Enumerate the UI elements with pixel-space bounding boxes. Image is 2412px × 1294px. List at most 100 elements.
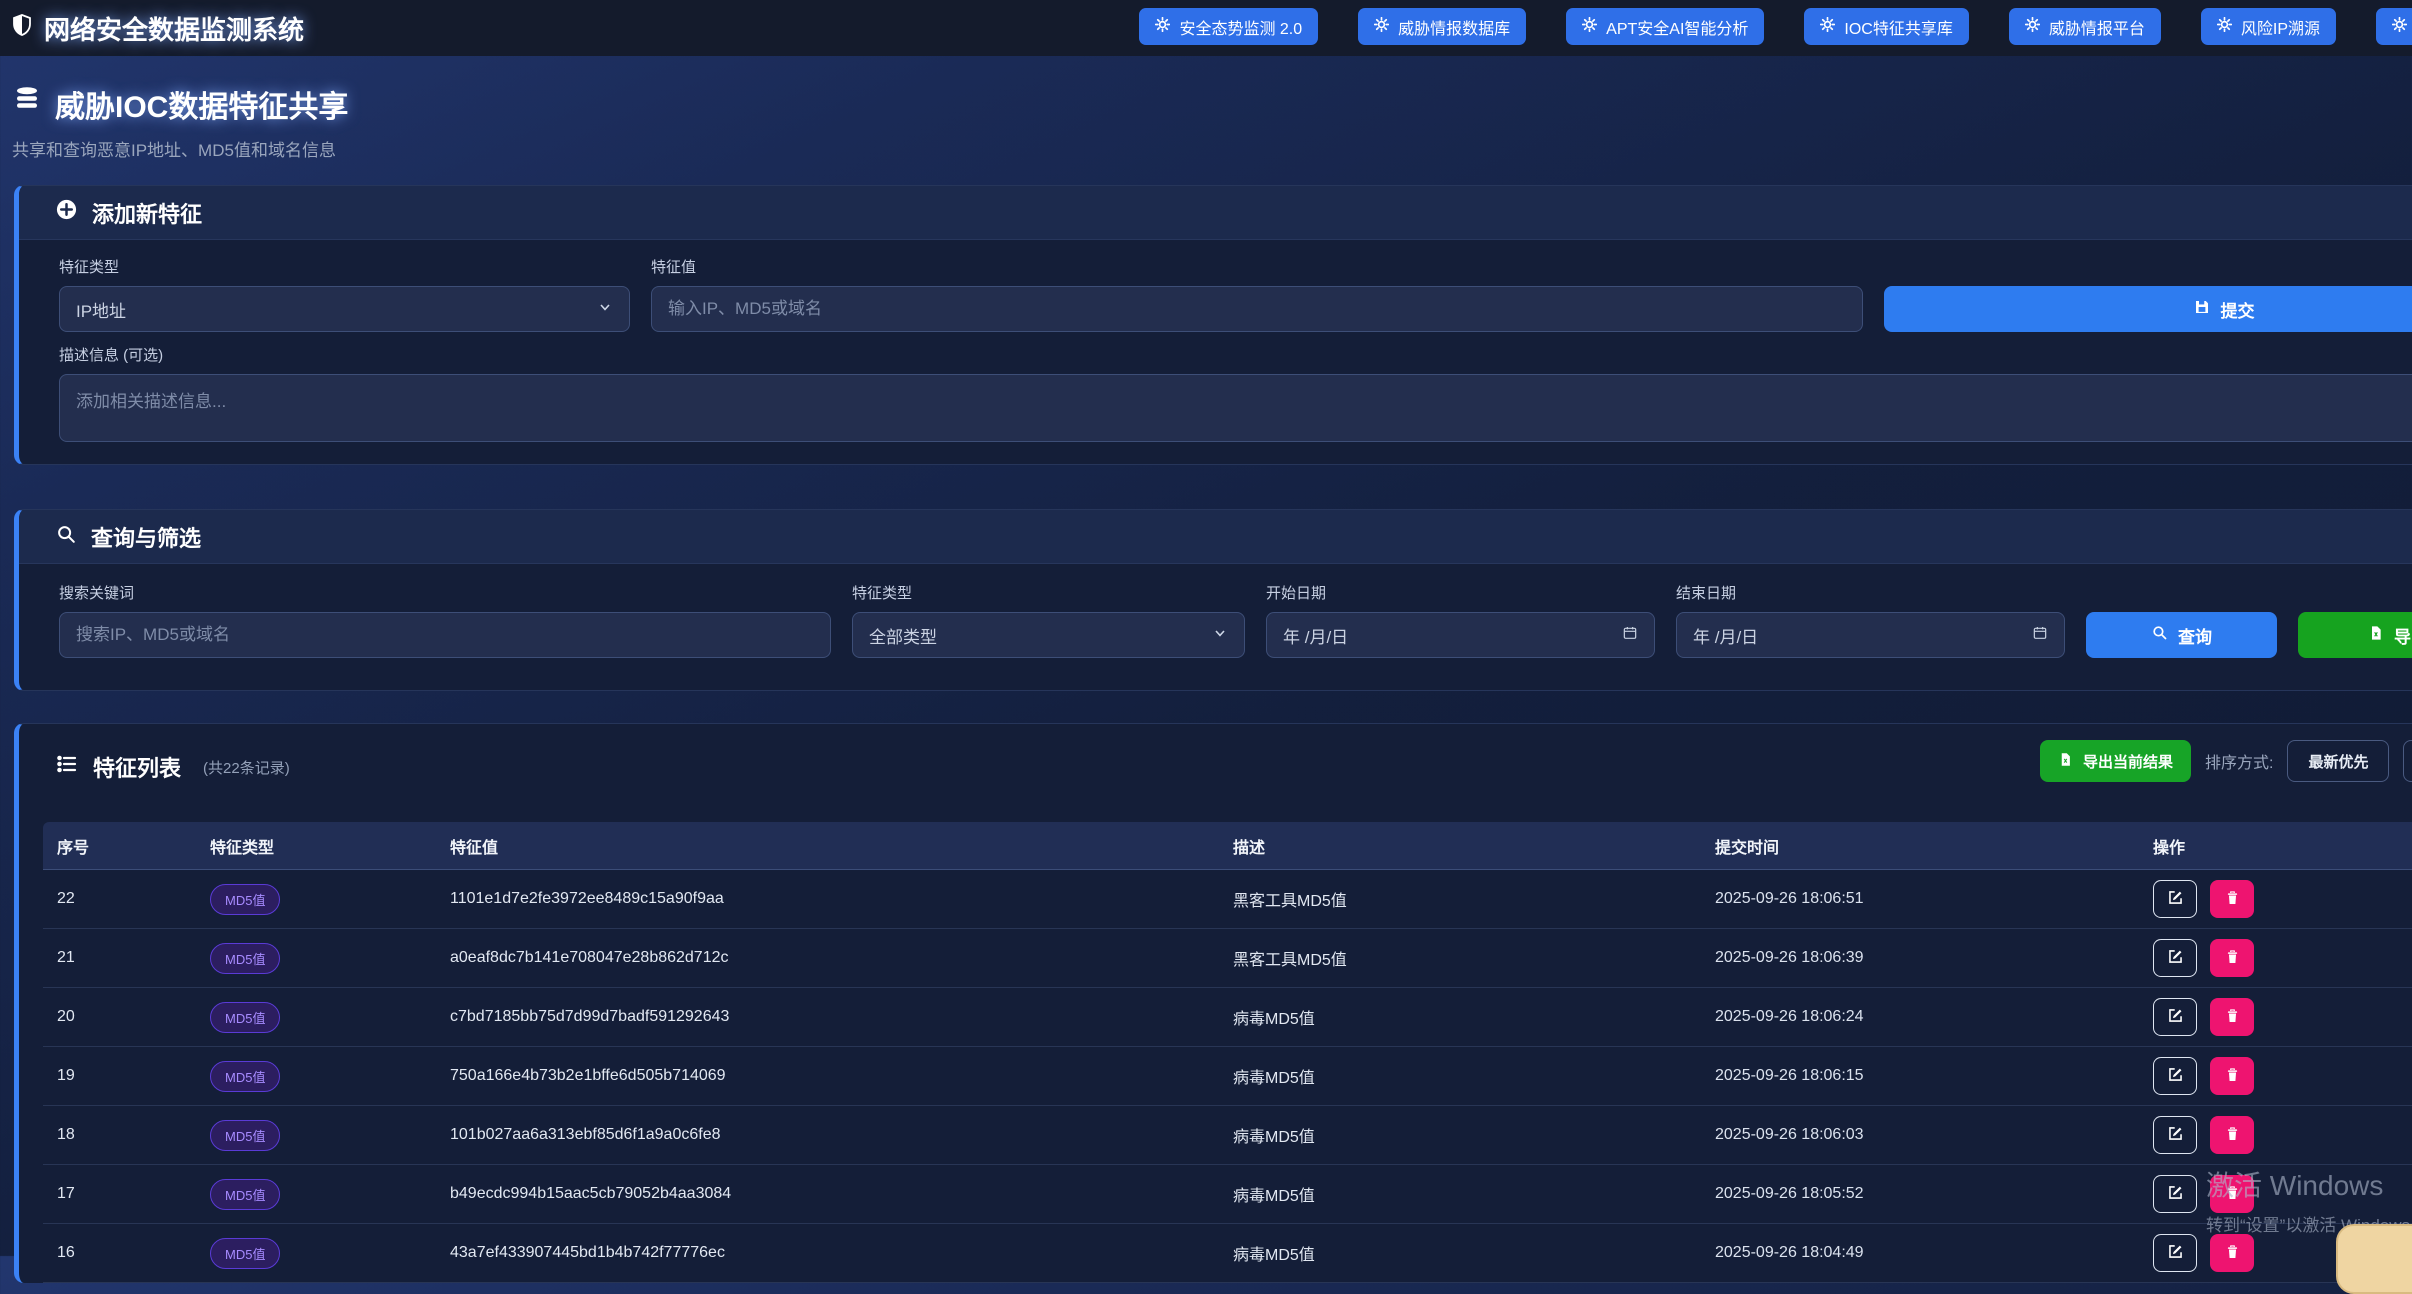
desc-textarea[interactable]	[59, 374, 2412, 442]
feature-value-input[interactable]	[651, 286, 1863, 332]
delete-button[interactable]	[2210, 880, 2254, 918]
row-seq: 17	[57, 1185, 210, 1203]
export-results-button[interactable]: 导出当前结果	[2040, 740, 2191, 782]
delete-button[interactable]	[2210, 998, 2254, 1036]
export-label: 导出	[2394, 623, 2412, 648]
gear-icon	[1582, 17, 1597, 37]
nav-button[interactable]: APT安全AI智能分析	[1566, 8, 1764, 45]
query-button[interactable]: 查询	[2086, 612, 2277, 658]
record-count: (共22条记录)	[203, 757, 290, 778]
filter-card-header: 查询与筛选	[19, 510, 2412, 564]
edit-button[interactable]	[2153, 1234, 2197, 1272]
add-feature-card: 添加新特征 特征类型 IP地址 特征值 提交	[14, 185, 2412, 465]
filter-title: 查询与筛选	[91, 521, 201, 553]
delete-button[interactable]	[2210, 939, 2254, 977]
row-seq: 22	[57, 890, 210, 908]
edit-button[interactable]	[2153, 880, 2197, 918]
nav-buttons: 安全态势监测 2.0 威胁情报数据库 APT安全AI智能分析 IOC特征共享库 …	[1139, 8, 2412, 45]
edit-icon	[2166, 947, 2185, 969]
row-value: 750a166e4b73b2e1bffe6d505b714069	[450, 1067, 1233, 1085]
end-date-input[interactable]: 年 /月/日	[1676, 612, 2065, 658]
gear-icon	[1820, 17, 1835, 37]
row-type-cell: MD5值	[210, 1179, 450, 1210]
nav-button-label: APT安全AI智能分析	[1606, 15, 1748, 39]
trash-icon	[2224, 1066, 2241, 1087]
shield-icon	[10, 13, 34, 44]
nav-button[interactable]: 威胁情报数据库	[1358, 8, 1526, 45]
filter-type-value: 全部类型	[869, 623, 937, 648]
edit-button[interactable]	[2153, 1116, 2197, 1154]
table-row: 19 MD5值 750a166e4b73b2e1bffe6d505b714069…	[43, 1047, 2412, 1106]
table-row: 20 MD5值 c7bd7185bb75d7d99d7badf591292643…	[43, 988, 2412, 1047]
row-time: 2025-09-26 18:06:24	[1715, 1008, 2153, 1026]
sort-label: 排序方式:	[2205, 749, 2273, 773]
list-title: 特征列表	[93, 751, 181, 783]
row-value: 101b027aa6a313ebf85d6f1a9a0c6fe8	[450, 1126, 1233, 1144]
row-actions	[2153, 880, 2412, 918]
row-desc: 病毒MD5值	[1233, 1182, 1715, 1206]
row-type-cell: MD5值	[210, 1002, 450, 1033]
nav-button-label: 威胁情报平台	[2049, 15, 2145, 39]
row-type-cell: MD5值	[210, 1120, 450, 1151]
feature-type-select[interactable]: IP地址	[59, 286, 630, 332]
feature-list-card: 特征列表 (共22条记录) 导出当前结果 排序方式: 最新优先 最 序号 特征类…	[14, 723, 2412, 1283]
edit-button[interactable]	[2153, 1175, 2197, 1213]
end-date-value: 年 /月/日	[1693, 623, 1758, 648]
col-actions: 操作	[2153, 834, 2412, 858]
top-navbar: 网络安全数据监测系统 安全态势监测 2.0 威胁情报数据库 APT安全AI智能分…	[0, 0, 2412, 56]
nav-button[interactable]: 安全态势监测 2.0	[1139, 8, 1318, 45]
row-type-cell: MD5值	[210, 1238, 450, 1269]
delete-button[interactable]	[2210, 1234, 2254, 1272]
type-badge: MD5值	[210, 943, 280, 974]
row-value: 43a7ef433907445bd1b4b742f77776ec	[450, 1244, 1233, 1262]
row-time: 2025-09-26 18:06:15	[1715, 1067, 2153, 1085]
add-feature-title: 添加新特征	[92, 197, 202, 229]
type-badge: MD5值	[210, 1061, 280, 1092]
keyword-input[interactable]	[59, 612, 831, 658]
row-actions	[2153, 998, 2412, 1036]
edit-button[interactable]	[2153, 998, 2197, 1036]
filter-type-select[interactable]: 全部类型	[852, 612, 1245, 658]
chevron-down-icon	[1212, 625, 1228, 646]
row-value: a0eaf8dc7b141e708047e28b862d712c	[450, 949, 1233, 967]
row-value: c7bd7185bb75d7d99d7badf591292643	[450, 1008, 1233, 1026]
delete-button[interactable]	[2210, 1175, 2254, 1213]
nav-button[interactable]: IOC特征共享库	[1804, 8, 1968, 45]
nav-button[interactable]: 威胁情报平台	[2009, 8, 2161, 45]
nav-button-label: 安全态势监测 2.0	[1179, 15, 1302, 39]
row-desc: 黑客工具MD5值	[1233, 946, 1715, 970]
nav-button[interactable]	[2376, 8, 2412, 45]
sort-newest-button[interactable]: 最新优先	[2287, 740, 2389, 782]
table-row: 16 MD5值 43a7ef433907445bd1b4b742f77776ec…	[43, 1224, 2412, 1283]
trash-icon	[2224, 1243, 2241, 1264]
table-row: 17 MD5值 b49ecdc994b15aac5cb79052b4aa3084…	[43, 1165, 2412, 1224]
save-icon	[2193, 298, 2211, 321]
sort-oldest-button[interactable]: 最	[2403, 740, 2412, 782]
row-seq: 18	[57, 1126, 210, 1144]
edit-button[interactable]	[2153, 939, 2197, 977]
page-header: 威胁IOC数据特征共享 共享和查询恶意IP地址、MD5值和域名信息	[0, 56, 2412, 161]
row-value: b49ecdc994b15aac5cb79052b4aa3084	[450, 1185, 1233, 1203]
start-date-input[interactable]: 年 /月/日	[1266, 612, 1655, 658]
submit-button[interactable]: 提交	[1884, 286, 2412, 332]
page-title: 威胁IOC数据特征共享	[55, 82, 348, 126]
table-row: 21 MD5值 a0eaf8dc7b141e708047e28b862d712c…	[43, 929, 2412, 988]
edit-button[interactable]	[2153, 1057, 2197, 1095]
end-date-label: 结束日期	[1676, 586, 2065, 602]
row-actions	[2153, 939, 2412, 977]
delete-button[interactable]	[2210, 1057, 2254, 1095]
submit-label: 提交	[2221, 297, 2255, 322]
feature-value-label: 特征值	[651, 260, 1863, 276]
query-label: 查询	[2178, 623, 2212, 648]
gear-icon	[2025, 17, 2040, 37]
delete-button[interactable]	[2210, 1116, 2254, 1154]
nav-button[interactable]: 风险IP溯源	[2201, 8, 2336, 45]
app-brand: 网络安全数据监测系统	[10, 10, 304, 47]
row-time: 2025-09-26 18:05:52	[1715, 1185, 2153, 1203]
export-button[interactable]: 导出	[2298, 612, 2412, 658]
app-title: 网络安全数据监测系统	[44, 10, 304, 47]
chevron-down-icon	[597, 299, 613, 320]
export-results-label: 导出当前结果	[2083, 751, 2173, 772]
row-type-cell: MD5值	[210, 884, 450, 915]
feature-type-label: 特征类型	[59, 260, 630, 276]
